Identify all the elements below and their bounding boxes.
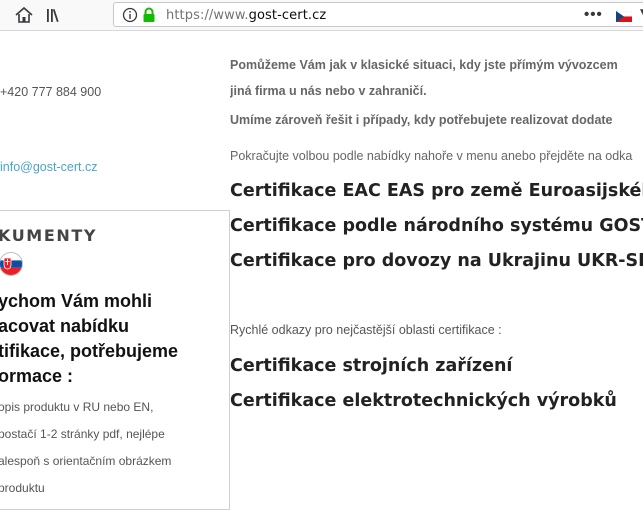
browser-toolbar: https://www.gost-cert.cz ••• ▼ — [0, 0, 643, 31]
documents-heading: ychom Vám mohli acovat nabídku tifikace,… — [0, 289, 223, 389]
documents-title: KUMENTY — [0, 226, 98, 245]
quick-links-label: Rychlé odkazy pro nejčastější oblasti ce… — [230, 323, 502, 337]
link-eac-eas[interactable]: Certifikace EAC EAS pro země Euroasijské… — [230, 181, 643, 201]
heading-line: ormace : — [0, 366, 74, 386]
heading-line: acovat nabídku — [0, 316, 130, 336]
url-text[interactable]: https://www.gost-cert.cz — [166, 8, 326, 23]
heading-line: tifikace, potřebujeme — [0, 341, 179, 361]
list-item: produktu — [0, 481, 45, 495]
czech-flag-icon[interactable] — [615, 9, 633, 22]
library-icon[interactable] — [45, 6, 67, 24]
documents-list: opis produktu v RU nebo EN, postačí 1-2 … — [0, 394, 223, 502]
home-icon[interactable] — [14, 6, 34, 24]
chevron-down-icon[interactable]: ▼ — [638, 7, 643, 18]
additional-services-text: Umíme zároveň řešit i případy, kdy potře… — [230, 113, 613, 127]
lock-icon[interactable] — [142, 6, 156, 24]
slovak-flag-icon[interactable] — [0, 252, 23, 276]
navigation-hint-text: Pokračujte volbou podle nabídky nahoře v… — [230, 149, 633, 163]
intro-line: jiná firma u nás nebo v zahraničí. — [230, 84, 427, 98]
link-machinery[interactable]: Certifikace strojních zařízení — [230, 356, 512, 376]
email-link[interactable]: info@gost-cert.cz — [0, 160, 97, 174]
link-gost-r[interactable]: Certifikace podle národního systému GOST… — [230, 216, 643, 236]
main-content: Pomůžeme Vám jak v klasické situaci, kdy… — [230, 31, 643, 470]
link-ukr-sepro[interactable]: Certifikace pro dovozy na Ukrajinu UKR-S… — [230, 251, 643, 271]
intro-paragraph: Pomůžeme Vám jak v klasické situaci, kdy… — [230, 52, 643, 104]
list-item: alespoň s orientačním obrázkem — [0, 454, 172, 468]
url-bar[interactable]: https://www.gost-cert.cz ••• ▼ — [113, 2, 643, 27]
phone-number[interactable]: +420 777 884 900 — [0, 85, 101, 99]
link-electrotechnical[interactable]: Certifikace elektrotechnických výrobků — [230, 391, 617, 411]
heading-line: ychom Vám mohli — [0, 291, 153, 311]
list-item: postačí 1-2 stránky pdf, nejlépe — [0, 427, 165, 441]
documents-panel: KUMENTY ychom Vám mohli acovat nabídku t… — [0, 210, 230, 510]
intro-line: Pomůžeme Vám jak v klasické situaci, kdy… — [230, 58, 618, 72]
left-sidebar: +420 777 884 900 info@gost-cert.cz KUMEN… — [0, 31, 230, 510]
page-actions-menu-button[interactable]: ••• — [584, 6, 603, 23]
list-item: opis produktu v RU nebo EN, — [0, 400, 154, 414]
info-icon[interactable] — [122, 6, 138, 24]
